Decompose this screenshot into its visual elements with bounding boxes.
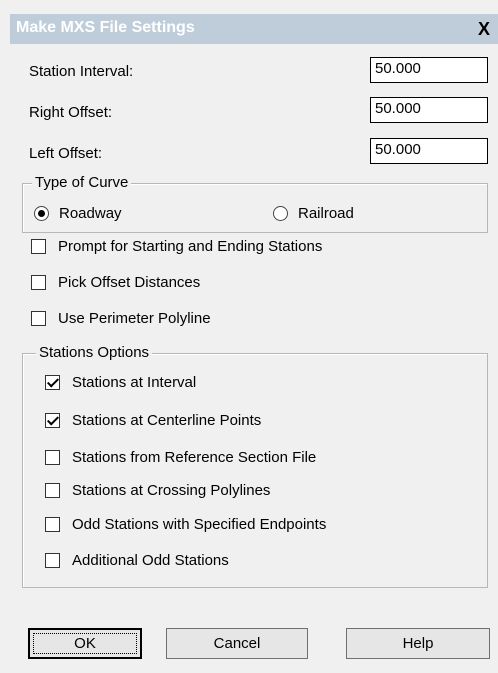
radio-button-selected[interactable] bbox=[34, 206, 49, 221]
checkbox-stations-crossing[interactable]: Stations at Crossing Polylines bbox=[45, 482, 270, 499]
cancel-button-label: Cancel bbox=[213, 635, 261, 652]
right-offset-input[interactable]: 50.000 bbox=[370, 97, 488, 123]
checkbox-label: Pick Offset Distances bbox=[58, 274, 201, 291]
checkbox-label: Odd Stations with Specified Endpoints bbox=[72, 516, 327, 533]
checkbox-checked[interactable] bbox=[45, 375, 60, 390]
checkbox[interactable] bbox=[31, 275, 46, 290]
station-interval-input[interactable]: 50.000 bbox=[370, 57, 488, 83]
help-button-label: Help bbox=[402, 635, 434, 652]
left-offset-label: Left Offset: bbox=[29, 145, 103, 162]
radio-roadway-label: Roadway bbox=[59, 205, 122, 222]
checkbox[interactable] bbox=[45, 553, 60, 568]
radio-railroad-label: Railroad bbox=[298, 205, 354, 222]
checkbox[interactable] bbox=[45, 517, 60, 532]
radio-railroad[interactable]: Railroad bbox=[273, 205, 354, 222]
checkbox-label: Prompt for Starting and Ending Stations bbox=[58, 238, 323, 255]
checkbox-perimeter-polyline[interactable]: Use Perimeter Polyline bbox=[31, 310, 211, 327]
right-offset-label: Right Offset: bbox=[29, 104, 113, 121]
checkbox-checked[interactable] bbox=[45, 413, 60, 428]
checkbox-label: Additional Odd Stations bbox=[72, 552, 229, 569]
checkbox[interactable] bbox=[45, 450, 60, 465]
checkbox-label: Stations at Crossing Polylines bbox=[72, 482, 271, 499]
ok-button[interactable]: OK bbox=[28, 628, 142, 659]
stations-options-group-title: Stations Options bbox=[36, 344, 153, 361]
checkbox-stations-reference[interactable]: Stations from Reference Section File bbox=[45, 449, 316, 466]
radio-button[interactable] bbox=[273, 206, 288, 221]
curve-type-group-title: Type of Curve bbox=[32, 174, 132, 191]
left-offset-input[interactable]: 50.000 bbox=[370, 138, 488, 164]
checkbox-pick-offsets[interactable]: Pick Offset Distances bbox=[31, 274, 200, 291]
help-button[interactable]: Help bbox=[346, 628, 490, 659]
checkbox[interactable] bbox=[31, 239, 46, 254]
checkbox-stations-interval[interactable]: Stations at Interval bbox=[45, 374, 196, 391]
close-icon[interactable]: X bbox=[472, 16, 496, 42]
checkbox-label: Stations at Centerline Points bbox=[72, 412, 262, 429]
checkbox[interactable] bbox=[31, 311, 46, 326]
checkbox-stations-centerline[interactable]: Stations at Centerline Points bbox=[45, 412, 261, 429]
checkbox-odd-stations-endpoints[interactable]: Odd Stations with Specified Endpoints bbox=[45, 516, 326, 533]
checkbox-prompt-stations[interactable]: Prompt for Starting and Ending Stations bbox=[31, 238, 322, 255]
radio-roadway[interactable]: Roadway bbox=[34, 205, 122, 222]
checkbox-label: Stations at Interval bbox=[72, 374, 197, 391]
station-interval-label: Station Interval: bbox=[29, 63, 134, 80]
title-bar[interactable]: Make MXS File Settings X bbox=[10, 14, 498, 44]
checkbox-label: Use Perimeter Polyline bbox=[58, 310, 211, 327]
dialog-window: Make MXS File Settings X Station Interva… bbox=[0, 0, 498, 673]
dialog-title: Make MXS File Settings bbox=[16, 19, 195, 36]
ok-button-label: OK bbox=[74, 635, 96, 652]
checkbox-additional-odd[interactable]: Additional Odd Stations bbox=[45, 552, 229, 569]
cancel-button[interactable]: Cancel bbox=[166, 628, 308, 659]
checkbox-label: Stations from Reference Section File bbox=[72, 449, 317, 466]
checkbox[interactable] bbox=[45, 483, 60, 498]
